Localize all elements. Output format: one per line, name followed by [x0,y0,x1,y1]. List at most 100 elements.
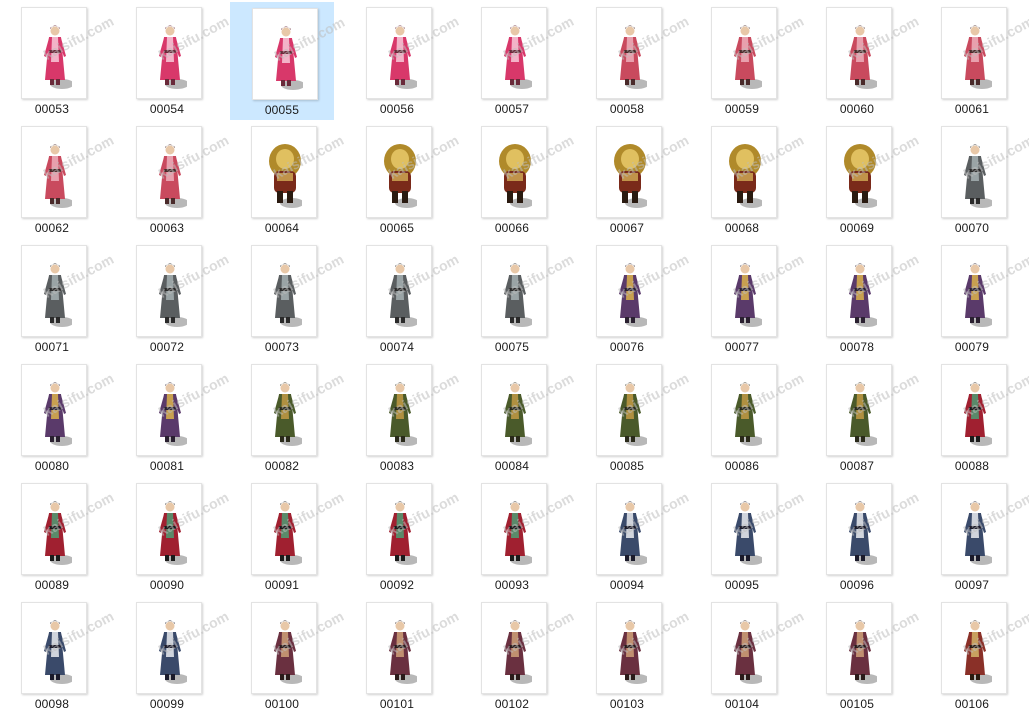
file-item-00066[interactable]: kaisifu.com 00066 [460,121,576,239]
thumbnail[interactable]: kaisifu.com [711,364,806,456]
file-item-00105[interactable]: kaisifu.com 00105 [805,597,921,715]
file-item-00094[interactable]: kaisifu.com 00094 [575,478,691,596]
file-item-00086[interactable]: kaisifu.com 00086 [690,359,806,477]
thumbnail[interactable]: kaisifu.com [826,602,921,694]
file-item-00103[interactable]: kaisifu.com 00103 [575,597,691,715]
thumbnail[interactable]: kaisifu.com [481,126,576,218]
thumbnail[interactable]: kaisifu.com [481,483,576,575]
thumbnail[interactable]: kaisifu.com [941,364,1029,456]
file-item-00093[interactable]: kaisifu.com 00093 [460,478,576,596]
file-item-00070[interactable]: kaisifu.com 00070 [920,121,1029,239]
thumbnail[interactable]: kaisifu.com [941,483,1029,575]
thumbnail[interactable]: kaisifu.com [826,126,921,218]
thumbnail[interactable]: kaisifu.com [136,7,231,99]
file-item-00063[interactable]: kaisifu.com 00063 [115,121,231,239]
thumbnail[interactable]: kaisifu.com [21,483,116,575]
thumbnail[interactable]: kaisifu.com [596,483,691,575]
thumbnail[interactable]: kaisifu.com [21,602,116,694]
file-item-00098[interactable]: kaisifu.com 00098 [0,597,116,715]
thumbnail[interactable]: kaisifu.com [136,126,231,218]
file-item-00065[interactable]: kaisifu.com 00065 [345,121,461,239]
file-item-00084[interactable]: kaisifu.com 00084 [460,359,576,477]
thumbnail[interactable]: kaisifu.com [711,7,806,99]
thumbnail[interactable]: kaisifu.com [366,7,461,99]
thumbnail[interactable]: kaisifu.com [941,245,1029,337]
thumbnail[interactable]: kaisifu.com [251,126,346,218]
file-item-00073[interactable]: kaisifu.com 00073 [230,240,346,358]
thumbnail[interactable]: kaisifu.com [251,364,346,456]
thumbnail[interactable]: kaisifu.com [941,7,1029,99]
thumbnail[interactable]: kaisifu.com [826,245,921,337]
file-item-00087[interactable]: kaisifu.com 00087 [805,359,921,477]
file-item-00062[interactable]: kaisifu.com 00062 [0,121,116,239]
thumbnail[interactable]: kaisifu.com [826,483,921,575]
thumbnail[interactable]: kaisifu.com [366,126,461,218]
thumbnail[interactable]: kaisifu.com [941,126,1029,218]
file-item-00078[interactable]: kaisifu.com 00078 [805,240,921,358]
thumbnail[interactable]: kaisifu.com [136,602,231,694]
thumbnail[interactable]: kaisifu.com [136,364,231,456]
thumbnail[interactable]: kaisifu.com [252,8,347,100]
file-item-00055[interactable]: kaisifu.com 00055 [230,2,347,120]
file-item-00088[interactable]: kaisifu.com 00088 [920,359,1029,477]
thumbnail[interactable]: kaisifu.com [481,7,576,99]
thumbnail[interactable]: kaisifu.com [136,245,231,337]
thumbnail[interactable]: kaisifu.com [711,126,806,218]
file-item-00083[interactable]: kaisifu.com 00083 [345,359,461,477]
file-item-00080[interactable]: kaisifu.com 00080 [0,359,116,477]
thumbnail[interactable]: kaisifu.com [366,245,461,337]
file-item-00064[interactable]: kaisifu.com 00064 [230,121,346,239]
file-item-00101[interactable]: kaisifu.com 00101 [345,597,461,715]
thumbnail[interactable]: kaisifu.com [826,364,921,456]
file-item-00061[interactable]: kaisifu.com 00061 [920,2,1029,120]
thumbnail[interactable]: kaisifu.com [366,602,461,694]
file-item-00067[interactable]: kaisifu.com 00067 [575,121,691,239]
file-item-00071[interactable]: kaisifu.com 00071 [0,240,116,358]
thumbnail[interactable]: kaisifu.com [366,364,461,456]
thumbnail[interactable]: kaisifu.com [596,364,691,456]
file-item-00076[interactable]: kaisifu.com 00076 [575,240,691,358]
thumbnail[interactable]: kaisifu.com [826,7,921,99]
file-item-00075[interactable]: kaisifu.com 00075 [460,240,576,358]
file-item-00095[interactable]: kaisifu.com 00095 [690,478,806,596]
file-item-00082[interactable]: kaisifu.com 00082 [230,359,346,477]
thumbnail[interactable]: kaisifu.com [596,7,691,99]
file-item-00057[interactable]: kaisifu.com 00057 [460,2,576,120]
thumbnail[interactable]: kaisifu.com [596,602,691,694]
file-item-00085[interactable]: kaisifu.com 00085 [575,359,691,477]
thumbnail[interactable]: kaisifu.com [21,364,116,456]
thumbnail[interactable]: kaisifu.com [21,245,116,337]
thumbnail[interactable]: kaisifu.com [366,483,461,575]
thumbnail[interactable]: kaisifu.com [251,602,346,694]
thumbnail[interactable]: kaisifu.com [596,126,691,218]
thumbnail[interactable]: kaisifu.com [596,245,691,337]
thumbnail[interactable]: kaisifu.com [21,7,116,99]
file-item-00056[interactable]: kaisifu.com 00056 [345,2,461,120]
file-item-00100[interactable]: kaisifu.com 00100 [230,597,346,715]
file-item-00079[interactable]: kaisifu.com 00079 [920,240,1029,358]
file-item-00060[interactable]: kaisifu.com 00060 [805,2,921,120]
file-item-00069[interactable]: kaisifu.com 00069 [805,121,921,239]
thumbnail[interactable]: kaisifu.com [251,483,346,575]
thumbnail[interactable]: kaisifu.com [941,602,1029,694]
file-item-00081[interactable]: kaisifu.com 00081 [115,359,231,477]
file-item-00059[interactable]: kaisifu.com 00059 [690,2,806,120]
file-item-00090[interactable]: kaisifu.com 00090 [115,478,231,596]
file-item-00106[interactable]: kaisifu.com 00106 [920,597,1029,715]
file-item-00099[interactable]: kaisifu.com 00099 [115,597,231,715]
file-item-00053[interactable]: kaisifu.com 00053 [0,2,116,120]
thumbnail[interactable]: kaisifu.com [21,126,116,218]
file-item-00072[interactable]: kaisifu.com 00072 [115,240,231,358]
file-item-00092[interactable]: kaisifu.com 00092 [345,478,461,596]
thumbnail[interactable]: kaisifu.com [481,602,576,694]
file-item-00058[interactable]: kaisifu.com 00058 [575,2,691,120]
thumbnail[interactable]: kaisifu.com [711,483,806,575]
file-item-00089[interactable]: kaisifu.com 00089 [0,478,116,596]
file-item-00102[interactable]: kaisifu.com 00102 [460,597,576,715]
file-item-00096[interactable]: kaisifu.com 00096 [805,478,921,596]
file-item-00077[interactable]: kaisifu.com 00077 [690,240,806,358]
thumbnail[interactable]: kaisifu.com [711,602,806,694]
thumbnail[interactable]: kaisifu.com [251,245,346,337]
thumbnail[interactable]: kaisifu.com [711,245,806,337]
file-item-00104[interactable]: kaisifu.com 00104 [690,597,806,715]
